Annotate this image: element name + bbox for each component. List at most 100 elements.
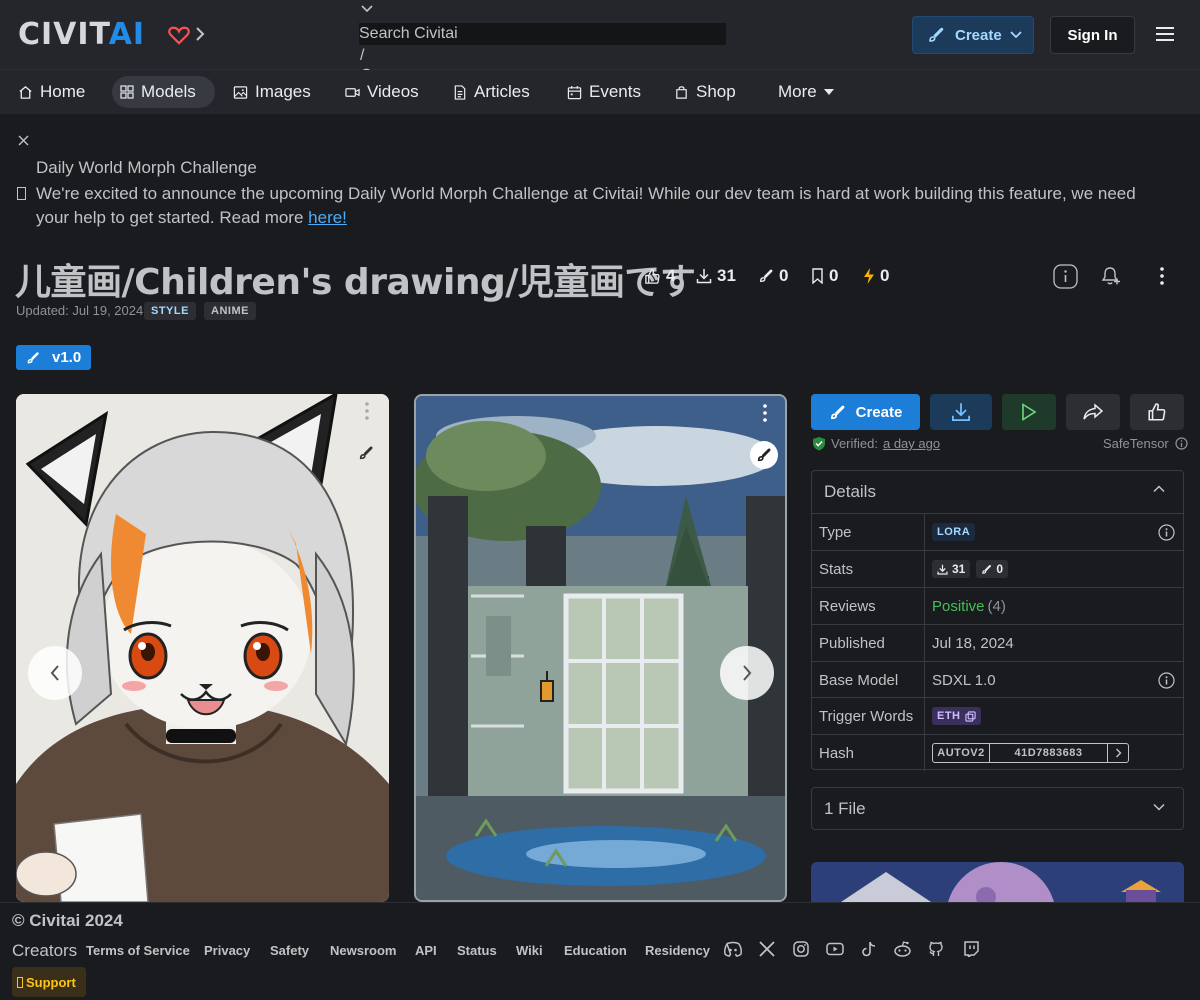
hash-selector[interactable]: AUTOV2 41D7883683	[932, 743, 1129, 763]
share-button[interactable]	[1066, 394, 1120, 430]
files-accordion[interactable]: 1 File	[811, 787, 1184, 830]
trigger-word-chip[interactable]: ETH	[932, 707, 981, 725]
footer-link-residency[interactable]: Residency	[645, 943, 710, 958]
detail-row-stats: Stats 31 0	[812, 550, 1183, 587]
footer-link-safety[interactable]: Safety	[270, 943, 309, 958]
instagram-icon[interactable]	[793, 941, 809, 957]
promo-banner[interactable]	[811, 862, 1184, 902]
share-icon	[1083, 403, 1103, 421]
info-icon[interactable]	[1049, 260, 1081, 292]
footer-link-education[interactable]: Education	[564, 943, 627, 958]
hash-value[interactable]: 41D7883683	[990, 744, 1108, 762]
brush-icon	[26, 351, 40, 365]
heart-icon[interactable]	[168, 25, 190, 45]
announcement-link[interactable]: here!	[308, 208, 347, 227]
github-icon[interactable]	[928, 941, 944, 957]
discord-icon[interactable]	[724, 941, 742, 957]
search-shortcut-hint: /	[360, 47, 365, 64]
promo-artwork	[811, 862, 1184, 902]
bookmarks-stat: 0	[811, 266, 838, 286]
reddit-icon[interactable]	[893, 941, 912, 957]
run-button[interactable]	[1002, 394, 1056, 430]
gallery-image-1[interactable]	[16, 394, 389, 902]
close-icon[interactable]	[17, 134, 30, 147]
updated-date: Updated: Jul 19, 2024	[16, 303, 144, 318]
twitch-icon[interactable]	[963, 941, 979, 957]
bookmark-icon	[811, 268, 824, 284]
footer-link-wiki[interactable]: Wiki	[516, 943, 543, 958]
gallery-image-2[interactable]	[414, 394, 787, 902]
download-icon	[937, 564, 948, 575]
tag-anime[interactable]: ANIME	[204, 302, 256, 320]
reviews-sentiment[interactable]: Positive	[932, 598, 985, 615]
nav-images[interactable]: Images	[225, 76, 319, 108]
search-input[interactable]	[359, 23, 726, 45]
nav-events[interactable]: Events	[559, 76, 649, 108]
main-nav: Home Models Images Videos Articles Event…	[0, 70, 1200, 114]
brush-icon[interactable]	[750, 441, 778, 469]
tiktok-icon[interactable]	[861, 941, 877, 957]
likes-stat: 4	[644, 266, 675, 286]
hash-type[interactable]: AUTOV2	[933, 744, 990, 762]
tag-style[interactable]: STYLE	[144, 302, 196, 320]
download-button[interactable]	[930, 394, 992, 430]
footer-link-newsroom[interactable]: Newsroom	[330, 943, 396, 958]
footer-link-privacy[interactable]: Privacy	[204, 943, 250, 958]
brush-icon	[927, 26, 945, 44]
verified-time-link[interactable]: a day ago	[883, 436, 940, 451]
caret-down-icon	[823, 88, 834, 96]
more-vertical-icon[interactable]	[365, 402, 369, 420]
nav-articles[interactable]: Articles	[445, 76, 538, 108]
bell-plus-icon[interactable]	[1094, 260, 1126, 292]
chevron-down-icon[interactable]	[360, 4, 374, 14]
like-button[interactable]	[1130, 394, 1184, 430]
carousel-next-button[interactable]	[720, 646, 774, 700]
chevron-down-icon[interactable]	[999, 17, 1033, 53]
nav-home[interactable]: Home	[10, 76, 93, 108]
nav-models[interactable]: Models	[112, 76, 215, 108]
info-icon[interactable]	[1158, 524, 1175, 541]
nav-videos[interactable]: Videos	[337, 76, 427, 108]
detail-row-trigger-words: Trigger Words ETH	[812, 697, 1183, 734]
brush-icon	[758, 268, 774, 284]
page-title: 儿童画/Children's drawing/児童画です	[15, 262, 696, 303]
footer-link-api[interactable]: API	[415, 943, 437, 958]
footer-link-status[interactable]: Status	[457, 943, 497, 958]
chevron-right-icon[interactable]	[194, 26, 206, 42]
copy-icon	[964, 710, 976, 722]
chevron-right-icon[interactable]	[1108, 744, 1128, 762]
generations-stat: 0	[758, 266, 788, 286]
page-footer: © Civitai 2024 Creators Terms of Service…	[0, 902, 1200, 1000]
nav-more[interactable]: More	[770, 76, 842, 108]
details-header[interactable]: Details	[812, 471, 1183, 513]
more-vertical-icon[interactable]	[1146, 260, 1178, 292]
civitai-logo[interactable]: CIVITAI	[18, 20, 145, 50]
sign-in-button[interactable]: Sign In	[1050, 16, 1135, 54]
create-button[interactable]: Create	[811, 394, 920, 430]
reviews-count: (4)	[987, 597, 1006, 615]
support-button[interactable]: Support	[12, 967, 86, 997]
grid-icon	[120, 85, 134, 99]
info-icon[interactable]	[1175, 437, 1188, 450]
detail-row-base-model: Base Model SDXL 1.0	[812, 661, 1183, 698]
detail-row-hash: Hash AUTOV2 41D7883683	[812, 734, 1183, 771]
create-button[interactable]: Create	[912, 16, 1034, 54]
top-header: CIVITAI / Create Sign In	[0, 0, 1200, 84]
youtube-icon[interactable]	[826, 941, 844, 957]
more-vertical-icon[interactable]	[763, 404, 767, 422]
buzz-stat: 0	[863, 266, 889, 286]
info-icon[interactable]	[1158, 672, 1175, 689]
x-icon[interactable]	[759, 941, 775, 957]
nav-shop[interactable]: Shop	[666, 76, 744, 108]
chevron-up-icon[interactable]	[1153, 485, 1165, 493]
video-icon	[345, 85, 360, 100]
footer-link-terms[interactable]: Terms of Service	[86, 943, 190, 958]
footer-link-creators[interactable]: Creators	[12, 941, 77, 961]
chevron-down-icon[interactable]	[1153, 803, 1165, 811]
detail-row-reviews: Reviews Positive (4)	[812, 587, 1183, 624]
menu-icon[interactable]	[1155, 26, 1175, 42]
version-tab[interactable]: v1.0	[16, 345, 91, 370]
details-panel: Details Type LORA Stats 31 0 Reviews Pos…	[811, 470, 1184, 771]
brush-icon[interactable]	[352, 439, 380, 467]
carousel-prev-button[interactable]	[28, 646, 82, 700]
